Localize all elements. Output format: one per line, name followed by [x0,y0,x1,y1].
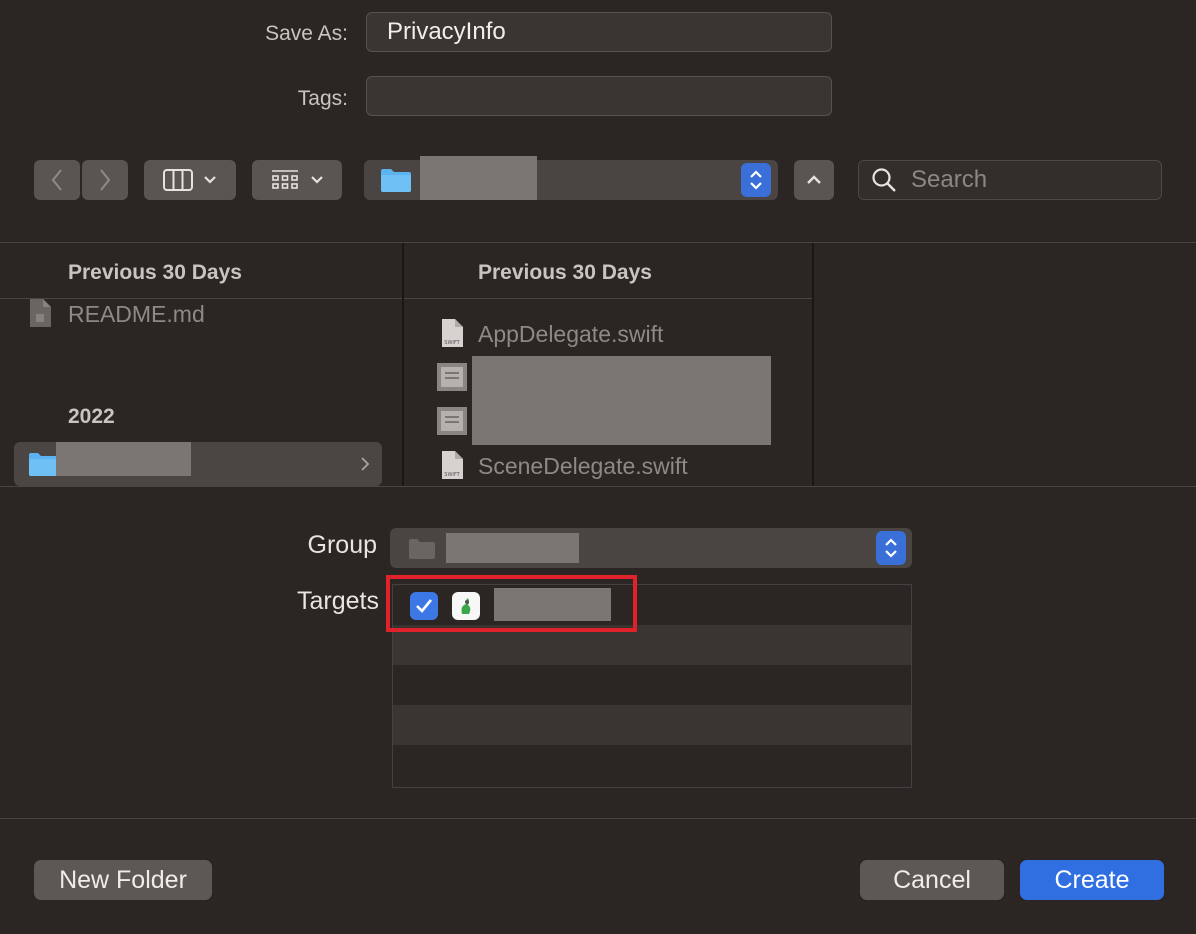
folder-icon [409,539,435,559]
location-popup[interactable] [364,156,778,200]
file-name: AppDelegate.swift [478,321,664,347]
column1-section-header: Previous 30 Days [68,261,242,284]
view-mode-button[interactable] [144,160,236,200]
tags-label: Tags: [297,87,348,110]
table-row [393,745,911,785]
search-input[interactable] [911,166,1151,194]
up-down-arrows-icon [885,538,897,558]
folder-icon [381,169,411,192]
file-name: SceneDelegate.swift [478,453,688,479]
up-down-arrows-icon [750,170,762,190]
file-name: README.md [68,301,205,327]
group-popup[interactable] [390,528,912,568]
chevron-right-icon [361,457,370,471]
group-by-button[interactable] [252,160,342,200]
folder-icon [29,453,57,476]
certificate-file-icon [437,407,467,435]
parent-folder-button[interactable] [794,160,834,200]
certificate-file-icon [437,363,467,391]
forward-button[interactable] [82,160,128,200]
back-button[interactable] [34,160,80,200]
chevron-left-icon [51,169,62,191]
targets-highlight-box [386,575,637,632]
column1-year-header: 2022 [68,405,115,428]
list-item[interactable]: SWIFT AppDelegate.swift [440,318,800,350]
cancel-button[interactable]: Cancel [860,860,1004,900]
location-stepper[interactable] [741,163,771,197]
redacted-file-names [472,356,771,445]
table-row [393,665,911,705]
save-as-label: Save As: [265,22,348,45]
column-divider [402,243,404,486]
tags-field[interactable] [366,76,832,116]
document-icon [30,299,51,327]
targets-label: Targets [297,587,379,615]
list-item[interactable]: README.md [28,298,388,330]
column2-header-divider [404,298,812,299]
browser-top-divider [0,242,1196,243]
chevron-down-icon [311,176,323,184]
create-button[interactable]: Create [1020,860,1164,900]
redacted-location-name [420,156,537,200]
svg-text:SWIFT: SWIFT [444,340,460,346]
swift-file-icon: SWIFT [442,451,463,479]
footer-divider [0,818,1196,819]
chevron-right-icon [100,169,111,191]
group-label: Group [307,531,377,559]
redacted-folder-name [56,442,191,476]
browser-bottom-divider [0,486,1196,487]
columns-view-icon [163,169,193,191]
save-as-field[interactable]: PrivacyInfo [366,12,832,52]
chevron-down-icon [204,176,216,184]
chevron-up-icon [807,175,821,184]
group-stepper[interactable] [876,531,906,565]
redacted-group-name [446,533,579,563]
selected-folder-row[interactable] [14,442,382,486]
search-icon [872,168,896,192]
svg-text:SWIFT: SWIFT [444,472,460,478]
list-item[interactable]: SWIFT SceneDelegate.swift [440,450,800,482]
search-field[interactable] [858,160,1162,200]
table-row [393,705,911,745]
swift-file-icon: SWIFT [442,319,463,347]
column-divider [812,243,814,486]
column2-section-header: Previous 30 Days [478,261,652,284]
new-folder-button[interactable]: New Folder [34,860,212,900]
icon-grid-icon [272,170,298,189]
